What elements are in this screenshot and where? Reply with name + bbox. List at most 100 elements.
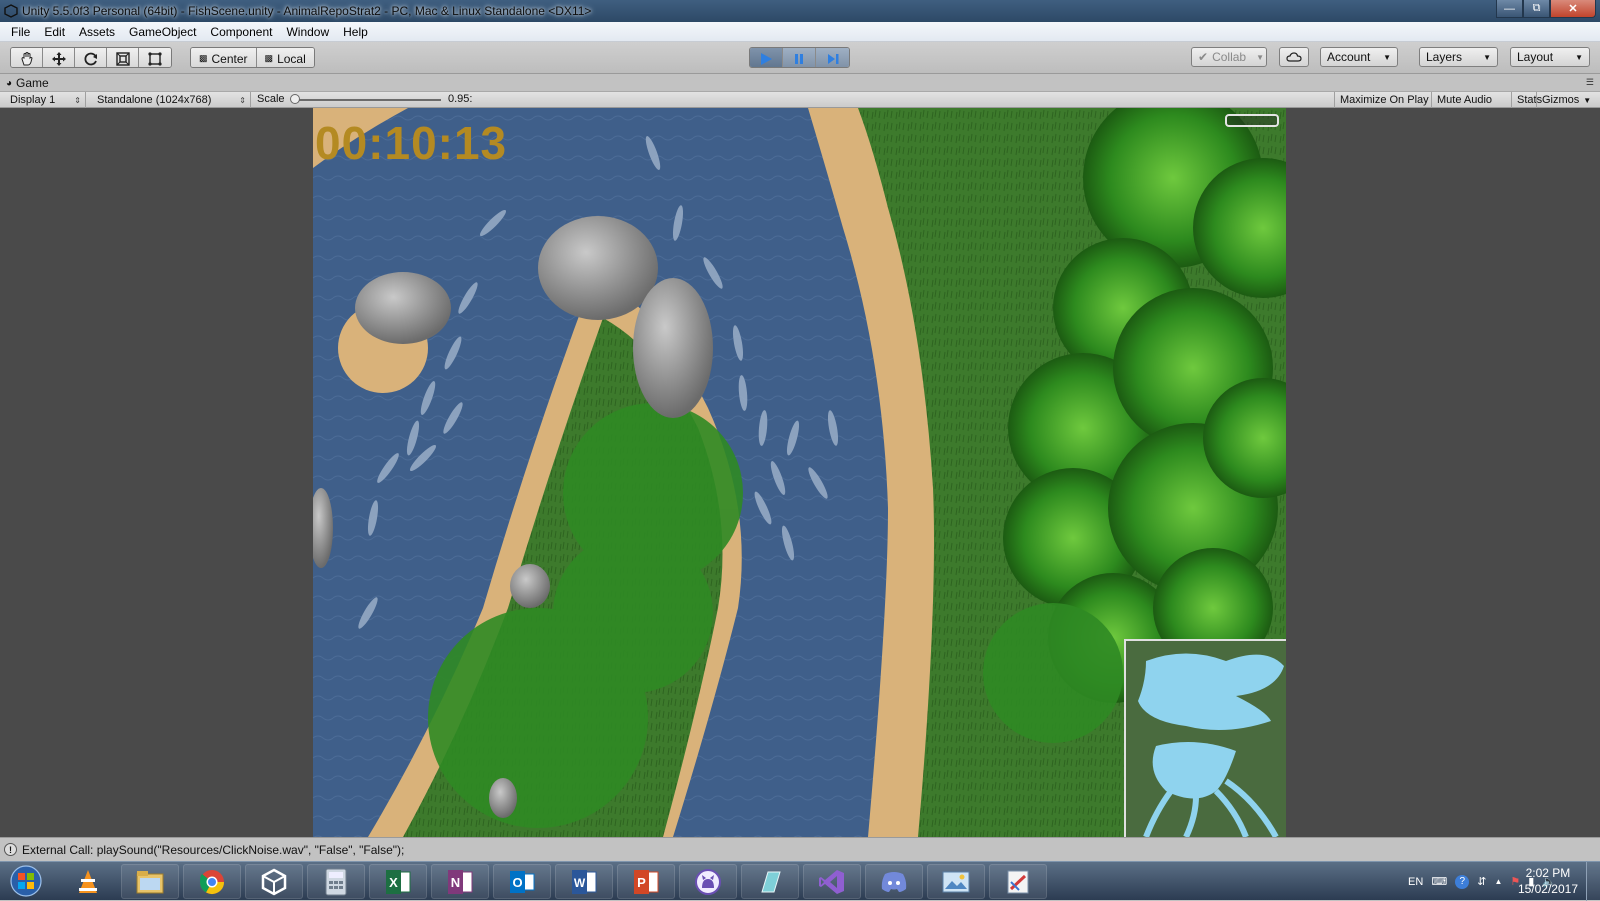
photos-icon[interactable] xyxy=(927,864,985,899)
resolution-label: Standalone (1024x768) xyxy=(97,94,212,106)
tab-game-label: Game xyxy=(16,76,49,90)
menu-gameobject[interactable]: GameObject xyxy=(122,25,203,39)
scale-tool-button[interactable] xyxy=(107,48,139,67)
menu-help[interactable]: Help xyxy=(336,25,375,39)
game-viewport[interactable]: 00:10:13 xyxy=(313,108,1286,837)
caret-down-icon: ▼ xyxy=(1256,52,1265,62)
hand-tool-button[interactable] xyxy=(11,48,43,67)
word-icon[interactable]: W xyxy=(555,864,613,899)
play-controls xyxy=(749,47,850,68)
svg-text:N: N xyxy=(451,875,460,890)
close-button[interactable]: ✕ xyxy=(1550,0,1596,18)
usb-icon[interactable]: ⇵ xyxy=(1477,875,1486,888)
pivot-center-label: Center xyxy=(211,51,248,66)
pivot-local-button[interactable]: ▩ Local xyxy=(256,48,314,67)
restore-button[interactable]: ⧉ xyxy=(1523,0,1550,18)
resolution-dropdown[interactable]: Standalone (1024x768) ⇕ xyxy=(91,92,251,108)
status-message: External Call: playSound("Resources/Clic… xyxy=(22,842,405,857)
tab-menu-icon[interactable]: ☰ xyxy=(1586,77,1594,88)
mute-audio-toggle[interactable]: Mute Audio xyxy=(1431,92,1497,108)
play-icon xyxy=(761,52,772,65)
menu-component[interactable]: Component xyxy=(203,25,279,39)
app-icon[interactable] xyxy=(741,864,799,899)
collab-label: Collab xyxy=(1212,50,1247,64)
minimize-button[interactable]: — xyxy=(1496,0,1523,18)
gizmos-dropdown[interactable]: Gizmos ▼ xyxy=(1536,92,1600,108)
display-dropdown[interactable]: Display 1 ⇕ xyxy=(4,92,86,108)
menu-edit[interactable]: Edit xyxy=(37,25,72,39)
cloud-icon xyxy=(1286,52,1302,62)
scale-value: 0.95: xyxy=(448,93,473,105)
maximize-on-play-toggle[interactable]: Maximize On Play xyxy=(1334,92,1434,108)
unity-app-icon xyxy=(4,4,18,18)
menu-file[interactable]: File xyxy=(4,25,37,39)
pivot-center-icon: ▩ xyxy=(199,53,208,63)
collab-button[interactable]: ✔ Collab ▼ xyxy=(1191,47,1267,67)
svg-text:O: O xyxy=(512,875,522,890)
clock-time: 2:02 PM xyxy=(1525,866,1571,880)
rotate-icon xyxy=(83,52,97,65)
tab-game[interactable]: ◕ Game xyxy=(6,75,49,91)
pause-icon xyxy=(795,53,803,64)
updown-arrows-icon: ⇕ xyxy=(239,95,246,105)
vlc-icon[interactable] xyxy=(59,864,117,899)
game-view: 00:10:13 xyxy=(0,108,1600,837)
file-explorer-icon[interactable] xyxy=(121,864,179,899)
updown-arrows-icon: ⇕ xyxy=(74,95,81,105)
caret-down-icon: ▼ xyxy=(1383,52,1391,62)
show-desktop-button[interactable] xyxy=(1586,862,1600,901)
excel-icon[interactable]: X xyxy=(369,864,427,899)
unity-icon[interactable] xyxy=(245,864,303,899)
menu-assets[interactable]: Assets xyxy=(72,25,122,39)
step-button[interactable] xyxy=(816,48,849,67)
pivot-local-icon: ▩ xyxy=(264,53,274,63)
menu-window[interactable]: Window xyxy=(279,25,336,39)
language-indicator[interactable]: EN xyxy=(1408,876,1423,888)
windows-logo-icon xyxy=(10,865,42,897)
minimap-map xyxy=(1126,641,1286,837)
show-hidden-icons-icon[interactable]: ▲ xyxy=(1494,877,1502,886)
calculator-icon[interactable] xyxy=(307,864,365,899)
chrome-icon[interactable] xyxy=(183,864,241,899)
layers-dropdown[interactable]: Layers ▼ xyxy=(1419,47,1498,67)
account-dropdown[interactable]: Account ▼ xyxy=(1320,47,1398,67)
visual-studio-icon[interactable] xyxy=(803,864,861,899)
discord-icon[interactable] xyxy=(865,864,923,899)
move-icon xyxy=(51,51,66,66)
game-timer: 00:10:13 xyxy=(315,117,508,169)
game-tab-bar: ◕ Game ☰ xyxy=(0,74,1600,91)
windows-taskbar: X N O W P EN ⌨ ? ⇵ ▲ ⚑ ▮ 🔈 2:02 PM 15/02 xyxy=(0,861,1600,901)
minimap[interactable] xyxy=(1124,639,1286,837)
svg-text:X: X xyxy=(389,875,398,890)
scale-slider-handle[interactable] xyxy=(290,94,300,104)
pivot-group: ▩ Center ▩ Local xyxy=(190,47,315,68)
rotate-tool-button[interactable] xyxy=(75,48,107,67)
layers-label: Layers xyxy=(1426,50,1463,64)
hud-menu-button[interactable] xyxy=(1225,114,1279,127)
maximize-label: Maximize On Play xyxy=(1340,94,1429,106)
pause-button[interactable] xyxy=(783,48,816,67)
cloud-button[interactable] xyxy=(1279,47,1309,67)
scale-slider-track[interactable] xyxy=(293,99,441,101)
outlook-icon[interactable]: O xyxy=(493,864,551,899)
pivot-center-button[interactable]: ▩ Center xyxy=(191,48,257,67)
github-icon[interactable] xyxy=(679,864,737,899)
account-label: Account xyxy=(1327,50,1371,64)
help-icon[interactable]: ? xyxy=(1455,874,1470,889)
paint-icon[interactable] xyxy=(989,864,1047,899)
layout-dropdown[interactable]: Layout ▼ xyxy=(1510,47,1590,67)
scale-label: Scale xyxy=(257,93,285,105)
powerpoint-icon[interactable]: P xyxy=(617,864,675,899)
system-clock[interactable]: 2:02 PM 15/02/2017 xyxy=(1518,865,1578,897)
move-tool-button[interactable] xyxy=(43,48,75,67)
onenote-icon[interactable]: N xyxy=(431,864,489,899)
svg-text:P: P xyxy=(637,875,646,890)
display-label: Display 1 xyxy=(10,94,56,106)
start-button[interactable] xyxy=(4,863,48,899)
rect-tool-button[interactable] xyxy=(139,48,171,67)
console-status-bar[interactable]: ! External Call: playSound("Resources/Cl… xyxy=(0,837,1600,861)
keyboard-icon[interactable]: ⌨ xyxy=(1431,875,1447,888)
svg-text:W: W xyxy=(574,876,586,890)
play-button[interactable] xyxy=(750,48,783,67)
menu-bar: File Edit Assets GameObject Component Wi… xyxy=(0,22,1600,42)
